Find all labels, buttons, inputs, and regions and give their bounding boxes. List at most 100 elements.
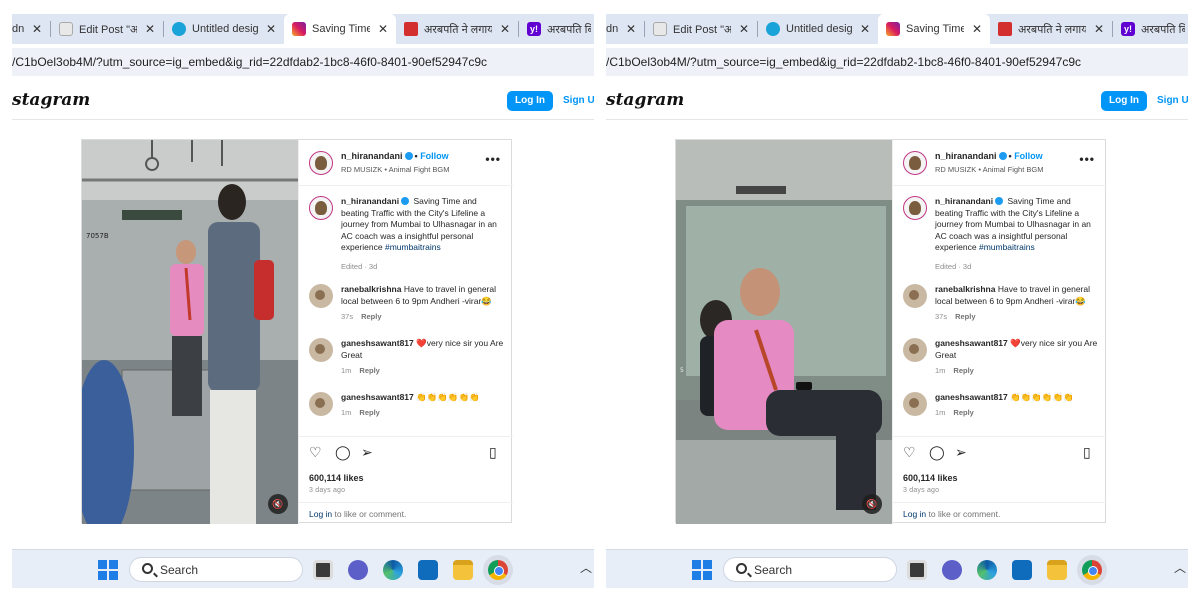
tab-dnc[interactable]: dnc ✕ (606, 14, 644, 44)
username-link[interactable]: n_hiranandani (341, 151, 403, 161)
close-icon[interactable]: ✕ (500, 22, 510, 36)
tab-untitled-design[interactable]: Untitled design ✕ (164, 14, 284, 44)
share-send-icon[interactable]: ➢ (361, 445, 373, 459)
windows-start-icon[interactable] (98, 560, 118, 580)
avatar[interactable] (309, 338, 333, 362)
audio-track[interactable]: RD MUSIZK • Animal Fight BGM (341, 165, 449, 174)
address-bar[interactable]: /C1bOel3ob4M/?utm_source=ig_embed&ig_rid… (12, 48, 594, 76)
tab-edit-post[interactable]: Edit Post "अरबपति ✕ (51, 14, 163, 44)
tab-yahoo[interactable]: y! अरबपति बि (519, 14, 594, 44)
taskbar-search[interactable]: Search (723, 557, 897, 582)
login-button[interactable]: Log In (1101, 91, 1147, 111)
edge-browser-icon[interactable] (977, 560, 997, 580)
likes-count[interactable]: 600,114 likes (309, 473, 364, 483)
chevron-up-icon[interactable]: ︿ (580, 559, 592, 576)
avatar[interactable] (309, 284, 333, 308)
close-icon[interactable]: ✕ (378, 22, 388, 36)
hashtag-link[interactable]: #mumbaitrains (979, 242, 1035, 252)
reply-button[interactable]: Reply (359, 408, 379, 417)
likes-count[interactable]: 600,114 likes (903, 473, 958, 483)
comment-icon[interactable]: ◯ (335, 445, 351, 459)
close-icon[interactable]: ✕ (32, 22, 42, 36)
avatar[interactable] (309, 196, 333, 220)
chrome-icon[interactable] (1082, 560, 1102, 580)
login-link[interactable]: Log in (309, 509, 332, 519)
tab-news[interactable]: अरबपति ने लगाया ✕ (396, 14, 518, 44)
caption-username[interactable]: n_hiranandani (935, 196, 993, 206)
avatar[interactable] (903, 151, 927, 175)
comment-username[interactable]: ranebalkrishna (935, 284, 995, 294)
close-icon[interactable]: ✕ (739, 22, 749, 36)
avatar[interactable] (903, 196, 927, 220)
instagram-logo[interactable]: stagram (12, 90, 90, 110)
more-options-icon[interactable]: ••• (485, 152, 501, 166)
mute-icon[interactable]: 🔇 (268, 494, 288, 514)
reply-button[interactable]: Reply (359, 366, 379, 375)
tab-dnc[interactable]: dnc ✕ (12, 14, 50, 44)
reply-button[interactable]: Reply (955, 312, 975, 321)
tab-saving-time[interactable]: Saving Time and ✕ (284, 14, 396, 44)
signup-link[interactable]: Sign Up (563, 91, 594, 111)
bookmark-icon[interactable]: ▯ (489, 445, 497, 459)
close-icon[interactable]: ✕ (145, 22, 155, 36)
close-icon[interactable]: ✕ (972, 22, 982, 36)
post-video[interactable]: 5 🔇 (676, 140, 892, 524)
reply-button[interactable]: Reply (953, 408, 973, 417)
tab-news[interactable]: अरबपति ने लगाया ✕ (990, 14, 1112, 44)
signup-link[interactable]: Sign Up (1157, 91, 1188, 111)
login-prompt: Log in to like or comment. (893, 502, 1107, 524)
avatar[interactable] (309, 151, 333, 175)
reply-button[interactable]: Reply (953, 366, 973, 375)
close-icon[interactable]: ✕ (266, 22, 276, 36)
mail-icon[interactable] (418, 560, 438, 580)
tab-edit-post[interactable]: Edit Post "अरबपति ✕ (645, 14, 757, 44)
avatar[interactable] (903, 284, 927, 308)
file-explorer-icon[interactable] (453, 560, 473, 580)
comment-username[interactable]: ganeshsawant817 (341, 392, 414, 402)
audio-track[interactable]: RD MUSIZK • Animal Fight BGM (935, 165, 1043, 174)
file-explorer-icon[interactable] (1047, 560, 1067, 580)
windows-start-icon[interactable] (692, 560, 712, 580)
like-heart-icon[interactable]: ♡ (903, 445, 916, 459)
avatar[interactable] (903, 392, 927, 416)
bookmark-icon[interactable]: ▯ (1083, 445, 1091, 459)
comment-username[interactable]: ganeshsawant817 (341, 338, 414, 348)
username-link[interactable]: n_hiranandani (935, 151, 997, 161)
comment-icon[interactable]: ◯ (929, 445, 945, 459)
close-icon[interactable]: ✕ (1094, 22, 1104, 36)
close-icon[interactable]: ✕ (626, 22, 636, 36)
comment-username[interactable]: ranebalkrishna (341, 284, 401, 294)
comment-username[interactable]: ganeshsawant817 (935, 338, 1008, 348)
meet-chat-icon[interactable] (942, 560, 962, 580)
avatar[interactable] (309, 392, 333, 416)
mute-icon[interactable]: 🔇 (862, 494, 882, 514)
login-button[interactable]: Log In (507, 91, 553, 111)
edge-browser-icon[interactable] (383, 560, 403, 580)
follow-button[interactable]: Follow (1014, 151, 1043, 161)
meet-chat-icon[interactable] (348, 560, 368, 580)
address-bar[interactable]: /C1bOel3ob4M/?utm_source=ig_embed&ig_rid… (606, 48, 1188, 76)
comment-username[interactable]: ganeshsawant817 (935, 392, 1008, 402)
reply-button[interactable]: Reply (361, 312, 381, 321)
svg-text:5: 5 (680, 367, 684, 374)
caption-username[interactable]: n_hiranandani (341, 196, 399, 206)
login-link[interactable]: Log in (903, 509, 926, 519)
follow-button[interactable]: Follow (420, 151, 449, 161)
post-video[interactable]: 7057B 🔇 (82, 140, 298, 524)
chrome-icon[interactable] (488, 560, 508, 580)
mail-icon[interactable] (1012, 560, 1032, 580)
like-heart-icon[interactable]: ♡ (309, 445, 322, 459)
tab-saving-time[interactable]: Saving Time and ✕ (878, 14, 990, 44)
tab-untitled-design[interactable]: Untitled design ✕ (758, 14, 878, 44)
share-send-icon[interactable]: ➢ (955, 445, 967, 459)
hashtag-link[interactable]: #mumbaitrains (385, 242, 441, 252)
task-view-icon[interactable] (313, 560, 333, 580)
chevron-up-icon[interactable]: ︿ (1174, 559, 1186, 576)
tab-yahoo[interactable]: y! अरबपति बि (1113, 14, 1188, 44)
close-icon[interactable]: ✕ (860, 22, 870, 36)
more-options-icon[interactable]: ••• (1079, 152, 1095, 166)
taskbar-search[interactable]: Search (129, 557, 303, 582)
task-view-icon[interactable] (907, 560, 927, 580)
avatar[interactable] (903, 338, 927, 362)
instagram-logo[interactable]: stagram (606, 90, 684, 110)
